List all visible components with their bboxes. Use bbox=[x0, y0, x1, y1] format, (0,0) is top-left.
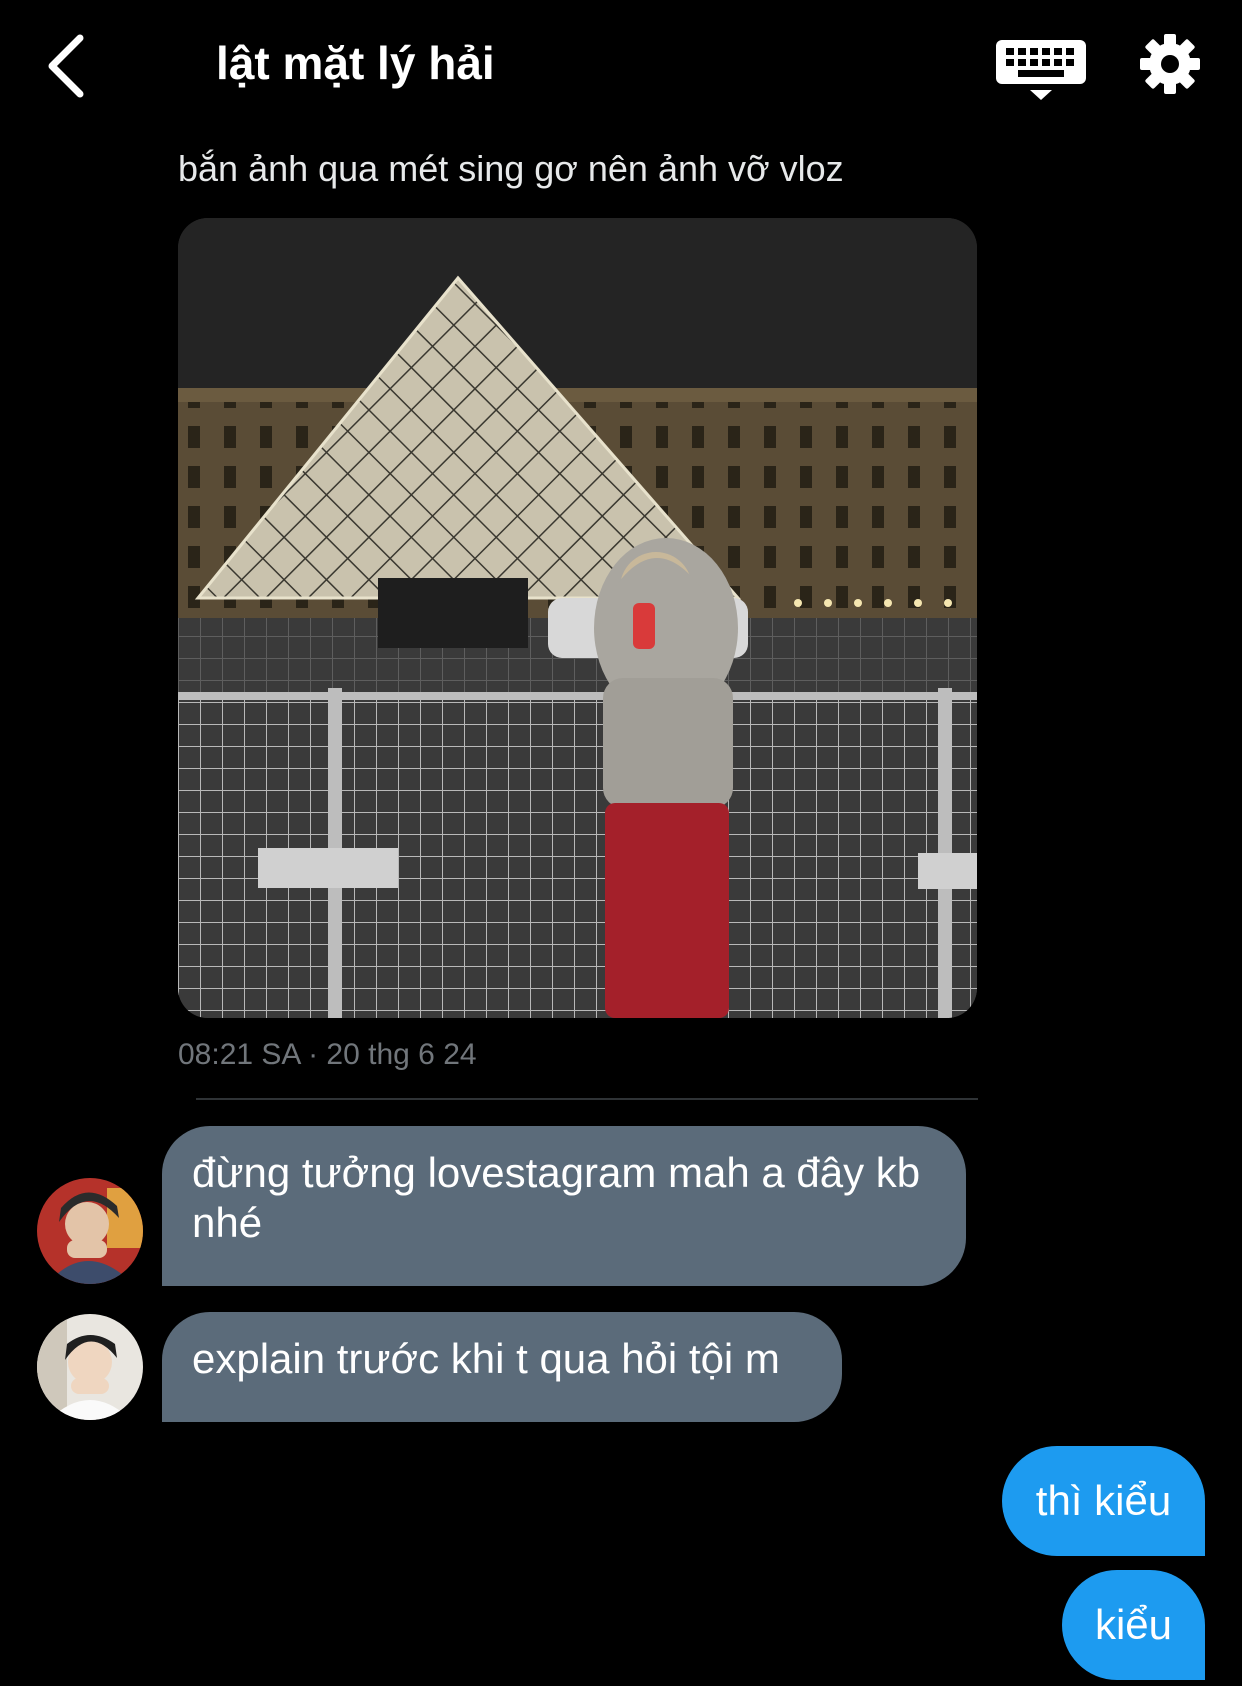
settings-button[interactable] bbox=[1138, 32, 1202, 96]
shared-post-caption: bắn ảnh qua mét sing gơ nên ảnh vỡ vloz bbox=[178, 148, 844, 189]
sender-avatar[interactable] bbox=[37, 1314, 143, 1420]
conversation-header: lật mặt lý hải bbox=[0, 0, 1242, 132]
message-text: explain trước khi t qua hỏi tội m bbox=[192, 1335, 780, 1382]
message-bubble-outgoing[interactable]: kiểu bbox=[1062, 1570, 1205, 1680]
avatar-image bbox=[37, 1178, 143, 1284]
louvre-night-photo bbox=[178, 218, 977, 1018]
keyboard-toggle-button[interactable] bbox=[992, 36, 1090, 102]
message-text: kiểu bbox=[1094, 1601, 1173, 1648]
keyboard-icon bbox=[996, 40, 1086, 100]
gear-icon bbox=[1140, 34, 1200, 94]
message-bubble-incoming[interactable]: đừng tưởng lovestagram mah a đây kb nhé bbox=[162, 1126, 966, 1286]
divider bbox=[196, 1098, 978, 1100]
message-bubble-outgoing[interactable]: thì kiểu bbox=[1002, 1446, 1205, 1556]
message-text: thì kiểu bbox=[1035, 1477, 1172, 1524]
back-button[interactable] bbox=[36, 30, 96, 102]
message-bubble-incoming[interactable]: explain trước khi t qua hỏi tội m bbox=[162, 1312, 842, 1422]
sender-avatar[interactable] bbox=[37, 1178, 143, 1284]
chevron-left-icon bbox=[48, 34, 84, 98]
avatar-image bbox=[37, 1314, 143, 1420]
conversation-title: lật mặt lý hải bbox=[216, 37, 495, 89]
shared-post-photo[interactable] bbox=[178, 218, 977, 1018]
message-text: đừng tưởng lovestagram mah a đây kb nhé bbox=[192, 1149, 921, 1246]
shared-post-timestamp: 08:21 SA · 20 thg 6 24 bbox=[178, 1038, 477, 1071]
